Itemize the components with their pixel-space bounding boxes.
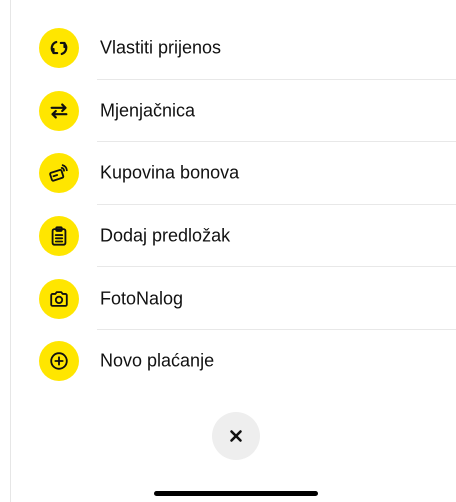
card-contactless-icon <box>39 153 79 194</box>
menu-item-novo-placanje[interactable]: Novo plaćanje <box>0 330 456 393</box>
menu-item-fotonalog[interactable]: FotoNalog <box>0 267 456 330</box>
menu-item-vlastiti-prijenos[interactable]: Vlastiti prijenos <box>0 17 456 80</box>
menu-item-label: Novo plaćanje <box>100 350 215 371</box>
action-menu-sheet: Vlastiti prijenos Mjenjačnica Kupovina b… <box>0 0 456 502</box>
exchange-arrows-icon <box>39 90 79 131</box>
menu-item-label: Vlastiti prijenos <box>100 37 222 58</box>
close-button[interactable] <box>212 412 260 460</box>
action-menu-list: Vlastiti prijenos Mjenjačnica Kupovina b… <box>0 17 456 393</box>
close-icon <box>230 430 242 442</box>
menu-item-label: FotoNalog <box>100 288 184 309</box>
menu-item-mjenjacnica[interactable]: Mjenjačnica <box>0 80 456 143</box>
menu-item-kupovina-bonova[interactable]: Kupovina bonova <box>0 142 456 205</box>
home-indicator[interactable] <box>154 491 318 496</box>
refresh-transfer-icon <box>39 28 79 69</box>
menu-item-label: Dodaj predložak <box>100 225 231 246</box>
menu-item-dodaj-predlozak[interactable]: Dodaj predložak <box>0 205 456 268</box>
menu-item-label: Kupovina bonova <box>100 162 240 183</box>
camera-icon <box>39 278 79 319</box>
plus-circle-icon <box>39 341 79 382</box>
menu-item-label: Mjenjačnica <box>100 100 196 121</box>
clipboard-icon <box>39 216 79 257</box>
